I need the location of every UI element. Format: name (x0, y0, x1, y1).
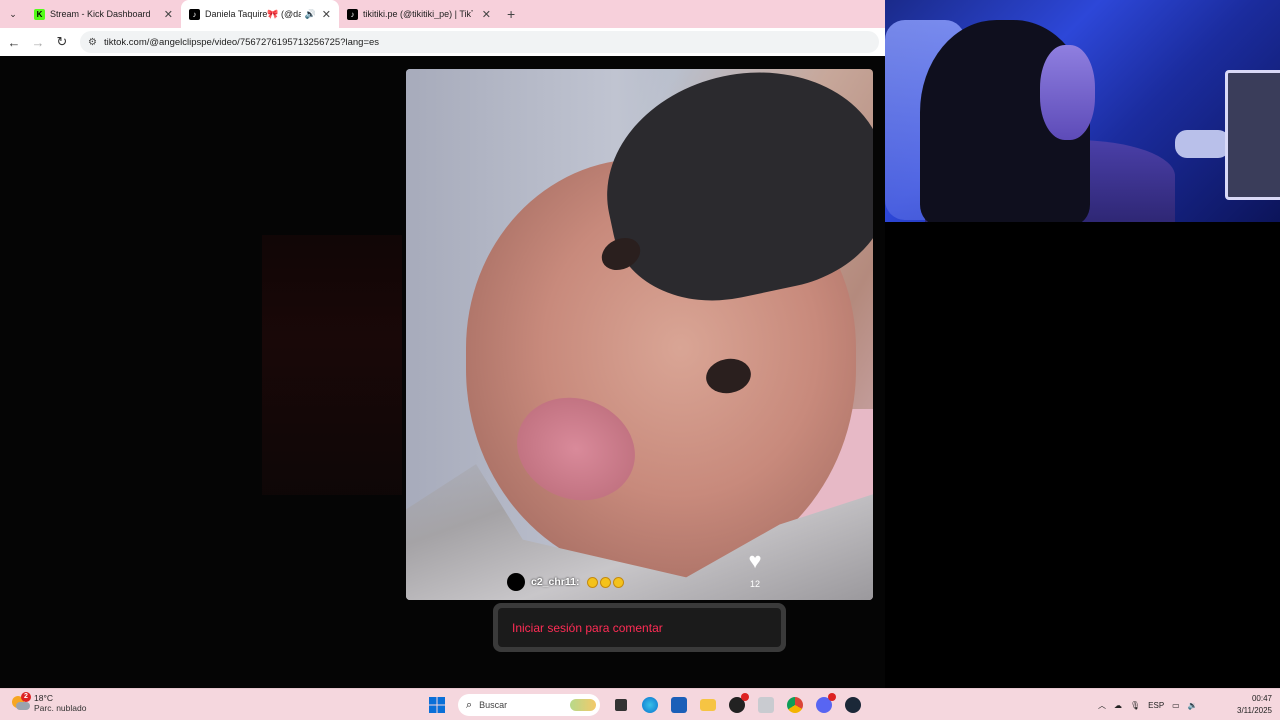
close-tab-icon[interactable]: ✕ (476, 8, 491, 21)
steam-icon[interactable] (841, 693, 865, 717)
address-bar[interactable]: ⚙ tiktok.com/@angelclipspe/video/7567276… (80, 31, 879, 53)
file-explorer-icon[interactable] (696, 693, 720, 717)
notification-badge (741, 693, 749, 701)
webcam-person-face (1040, 45, 1095, 140)
language-indicator[interactable]: ESP (1148, 701, 1164, 710)
close-tab-icon[interactable]: ✕ (316, 8, 331, 21)
chrome-icon[interactable] (783, 693, 807, 717)
volume-icon[interactable]: 🔉 (1188, 701, 1198, 710)
tab-title: Daniela Taquire🎀 (@danie (204, 8, 301, 19)
weather-temperature: 18°C (34, 693, 53, 703)
notification-badge (828, 693, 836, 701)
comment-login-box: Iniciar sesión para comentar (493, 603, 786, 652)
edge-icon[interactable] (638, 693, 662, 717)
windows-start-icon[interactable] (425, 693, 449, 717)
tab-search-button[interactable]: ⌄ (0, 0, 26, 28)
back-button[interactable]: ← (2, 30, 26, 54)
cloud-sync-icon[interactable]: ☁ (1114, 701, 1122, 710)
taskbar-clock[interactable]: 00:47 3/11/2025 (1222, 693, 1272, 717)
clock-date: 3/11/2025 (1237, 706, 1272, 715)
rofl-emoji-icon (587, 576, 599, 588)
navigation-bar: ← → ↻ ⚙ tiktok.com/@angelclipspe/video/7… (0, 28, 885, 56)
heart-icon[interactable]: ♥ (744, 550, 766, 572)
rofl-emoji-icon (600, 576, 612, 588)
url-text: tiktok.com/@angelclipspe/video/756727619… (103, 36, 380, 48)
app-dark-icon[interactable] (725, 693, 749, 717)
tab-daniela-taquire[interactable]: ♪ Daniela Taquire🎀 (@danie 🔊 ✕ (181, 0, 339, 28)
rofl-emoji-icon (613, 576, 625, 588)
forward-button[interactable]: → (26, 30, 50, 54)
tiktok-icon: ♪ (189, 8, 200, 20)
webcam-monitor (1225, 70, 1280, 200)
comment-emojis (587, 576, 625, 588)
search-highlight-icon (570, 699, 596, 711)
search-placeholder: Buscar (479, 700, 508, 710)
avatar (507, 573, 525, 591)
kick-icon: K (34, 8, 45, 20)
like-count: 12 (749, 579, 760, 589)
audio-playing-icon[interactable]: 🔊 (305, 9, 316, 20)
webcam-overlay (885, 0, 1280, 222)
taskbar-search-input[interactable]: ⌕ Buscar (458, 694, 600, 716)
partly-cloudy-icon: 2 (12, 692, 31, 712)
network-icon[interactable]: ▭ (1172, 701, 1180, 710)
video-player[interactable]: c2_chr11: ♥ 12 (406, 69, 873, 600)
microphone-icon[interactable]: 🎙 (1130, 701, 1140, 710)
new-tab-button[interactable]: + (499, 0, 523, 28)
tab-kick-dashboard[interactable]: K Stream - Kick Dashboard ✕ (26, 0, 181, 28)
tab-strip: ⌄ K Stream - Kick Dashboard ✕ ♪ Daniela … (0, 0, 885, 28)
search-icon: ⌕ (466, 698, 473, 711)
discord-icon[interactable] (812, 693, 836, 717)
clock-time: 00:47 (1251, 694, 1272, 703)
live-comment: c2_chr11: (507, 571, 625, 593)
tab-tikitiki[interactable]: ♪ tikitiki.pe (@tikitiki_pe) | TikTok ✕ (339, 0, 499, 28)
site-info-icon[interactable]: ⚙ (88, 37, 97, 48)
webcam-microphone (1175, 130, 1230, 158)
app-grey-icon[interactable] (754, 693, 778, 717)
weather-widget[interactable]: 2 18°C Parc. nublado (12, 692, 87, 713)
notification-badge: 2 (21, 692, 31, 702)
login-to-comment-button[interactable]: Iniciar sesión para comentar (498, 608, 781, 647)
system-tray: ︿ ☁ 🎙 ESP ▭ 🔉 (1098, 693, 1198, 717)
tab-title: tikitiki.pe (@tikitiki_pe) | TikTok (363, 9, 473, 19)
tiktok-icon: ♪ (347, 8, 358, 20)
task-view-icon[interactable] (609, 693, 633, 717)
reload-button[interactable]: ↻ (50, 30, 74, 54)
chevron-up-icon[interactable]: ︿ (1098, 700, 1106, 711)
weather-description: Parc. nublado (34, 703, 87, 713)
tab-title: Stream - Kick Dashboard (50, 9, 151, 19)
taskbar: 2 18°C Parc. nublado ⌕ Buscar ︿ ☁ 🎙 ESP … (0, 688, 1280, 720)
taskbar-apps: ⌕ Buscar (425, 692, 865, 718)
close-tab-icon[interactable]: ✕ (158, 8, 173, 21)
comment-username: c2_chr11: (531, 576, 580, 588)
background-thumbnail (262, 235, 402, 495)
microsoft-store-icon[interactable] (667, 693, 691, 717)
